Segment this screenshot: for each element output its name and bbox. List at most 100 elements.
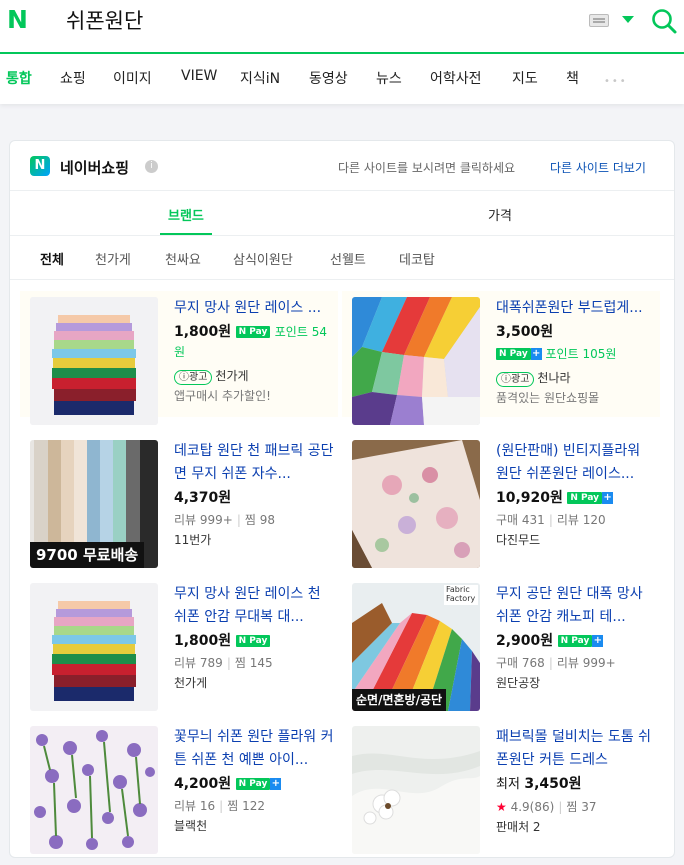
product-card[interactable]: 9700 무료배송 데코탑 원단 천 패브릭 공단 면 무지 쉬폰 자수... … <box>20 434 338 568</box>
seller-name[interactable]: 다진무드 <box>496 530 656 550</box>
product-title[interactable]: 패브릭몰 덜비치는 도톰 쉬폰원단 커튼 드레스 <box>496 726 656 772</box>
tab-map[interactable]: 지도 <box>512 68 538 88</box>
search-tabs: 통합 쇼핑 이미지 VIEW 지식iN 동영상 뉴스 어학사전 지도 책 ••• <box>0 54 684 102</box>
seller-name[interactable]: 블랙천 <box>174 816 334 836</box>
product-price: 4,370원 <box>174 490 232 506</box>
product-title[interactable]: 꽃무늬 쉬폰 원단 플라워 커튼 쉬폰 천 예쁜 아이... <box>174 726 334 772</box>
seller-name[interactable]: 11번가 <box>174 530 334 550</box>
keyboard-icon[interactable] <box>589 14 609 27</box>
ad-badge[interactable]: ⓘ광고 <box>496 372 535 387</box>
tab-brand[interactable]: 브랜드 <box>168 205 204 224</box>
wish-count: 찜 122 <box>227 799 265 813</box>
tab-integrated[interactable]: 통합 <box>6 68 32 88</box>
tab-images[interactable]: 이미지 <box>113 68 152 88</box>
stats-row: 리뷰 999+ | 찜 98 <box>174 513 276 527</box>
review-count[interactable]: 리뷰 789 <box>174 656 223 670</box>
tab-news[interactable]: 뉴스 <box>376 68 402 88</box>
product-image[interactable] <box>352 440 480 568</box>
product-image[interactable] <box>30 297 158 425</box>
naver-logo[interactable]: N <box>7 7 29 32</box>
review-count[interactable]: 리뷰 999+ <box>174 513 233 527</box>
tab-kin[interactable]: 지식iN <box>240 68 280 88</box>
review-count[interactable]: 리뷰 999+ <box>557 656 616 670</box>
stats-row: 리뷰 16 | 찜 122 <box>174 799 265 813</box>
card-header: N 네이버쇼핑 i 다른 사이트를 보시려면 클릭하세요 다른 사이트 더보기 <box>10 141 674 191</box>
plus-badge: + <box>602 492 614 504</box>
tab-dictionary[interactable]: 어학사전 <box>430 68 482 88</box>
rating[interactable]: 4.9(86) <box>511 800 555 814</box>
chip-decotop[interactable]: 데코탑 <box>399 249 435 268</box>
promo-text: 품격있는 원단쇼핑몰 <box>496 391 600 405</box>
product-price: 4,200원 N Pay + <box>174 776 282 792</box>
seller-name[interactable]: 천가게 <box>215 369 248 383</box>
product-image[interactable] <box>352 726 480 854</box>
sort-tabs: 브랜드 가격 <box>10 191 674 236</box>
npay-badge: N Pay <box>496 348 531 360</box>
tab-books[interactable]: 책 <box>566 68 579 88</box>
review-count[interactable]: 리뷰 120 <box>557 513 606 527</box>
chip-chunssayo[interactable]: 천싸요 <box>165 249 201 268</box>
product-image[interactable] <box>30 726 158 854</box>
chip-chungage[interactable]: 천가게 <box>95 249 131 268</box>
plus-badge: + <box>530 348 542 360</box>
stats-row: 리뷰 789 | 찜 145 <box>174 656 273 670</box>
product-card[interactable]: 패브릭몰 덜비치는 도톰 쉬폰원단 커튼 드레스 최저 3,450원 ★ 4.9… <box>342 720 660 854</box>
purchase-count: 구매 431 <box>496 513 545 527</box>
product-title[interactable]: (원단판매) 빈티지플라워 원단 쉬폰원단 레이스... <box>496 440 656 486</box>
seller-count[interactable]: 판매처 2 <box>496 817 656 837</box>
product-card[interactable]: 무지 망사 원단 레이스 ... 1,800원 N Pay 포인트 54원 ⓘ광… <box>20 291 338 425</box>
tab-price[interactable]: 가격 <box>488 205 512 224</box>
fabric-factory-logo: Fabric Factory <box>444 585 478 605</box>
product-title[interactable]: 무지 공단 원단 대폭 망사 쉬폰 안감 캐노피 테... <box>496 583 656 629</box>
filter-chips: 전체 천가게 천싸요 삼식이원단 선웰트 데코탑 <box>10 236 674 280</box>
product-image[interactable] <box>352 297 480 425</box>
search-query[interactable]: 쉬폰원단 <box>66 6 143 36</box>
product-price: 최저 3,450원 <box>496 776 582 792</box>
search-header: N 쉬폰원단 통합 쇼핑 이미지 VIEW 지식iN 동영상 뉴스 어학사전 지… <box>0 0 684 104</box>
ad-row: ⓘ광고 천가게 <box>174 366 334 386</box>
naver-shopping-card: N 네이버쇼핑 i 다른 사이트를 보시려면 클릭하세요 다른 사이트 더보기 … <box>9 140 675 858</box>
product-title[interactable]: 무지 망사 원단 레이스 ... <box>174 297 334 320</box>
product-info: 무지 망사 원단 레이스 천 쉬폰 안감 무대복 대... 1,800원 N P… <box>174 583 334 693</box>
product-image[interactable]: 9700 무료배송 <box>30 440 158 568</box>
product-card[interactable]: (원단판매) 빈티지플라워 원단 쉬폰원단 레이스... 10,920원 N P… <box>342 434 660 568</box>
chip-all[interactable]: 전체 <box>40 249 64 268</box>
product-image[interactable] <box>30 583 158 711</box>
tab-shopping[interactable]: 쇼핑 <box>60 68 86 88</box>
product-title[interactable]: 대폭쉬폰원단 부드럽게... <box>496 297 656 320</box>
product-image[interactable]: Fabric Factory 순면/면혼방/공단 <box>352 583 480 711</box>
chip-sunwelt[interactable]: 선웰트 <box>330 249 366 268</box>
product-card[interactable]: 무지 망사 원단 레이스 천 쉬폰 안감 무대복 대... 1,800원 N P… <box>20 577 338 711</box>
product-price: 1,800원 N Pay <box>174 631 334 651</box>
chevron-down-icon[interactable] <box>622 16 634 23</box>
point-text: 포인트 105원 <box>545 347 617 361</box>
product-price: 3,500원 <box>496 324 554 340</box>
seller-name[interactable]: 원단공장 <box>496 673 656 693</box>
card-title[interactable]: 네이버쇼핑 <box>60 157 129 178</box>
review-count[interactable]: 리뷰 16 <box>174 799 215 813</box>
other-sites-link[interactable]: 다른 사이트 더보기 <box>550 159 646 176</box>
chip-samsik[interactable]: 삼식이원단 <box>233 249 293 268</box>
wish-count: 찜 145 <box>234 656 273 670</box>
product-title[interactable]: 무지 망사 원단 레이스 천 쉬폰 안감 무대복 대... <box>174 583 334 629</box>
product-info: 대폭쉬폰원단 부드럽게... 3,500원 N Pay + 포인트 105원 ⓘ광… <box>496 297 656 408</box>
product-price: 10,920원 N Pay + <box>496 490 614 506</box>
pay-row: N Pay + 포인트 105원 <box>496 344 656 364</box>
npay-badge: N Pay <box>557 635 593 647</box>
product-card[interactable]: 대폭쉬폰원단 부드럽게... 3,500원 N Pay + 포인트 105원 ⓘ광… <box>342 291 660 425</box>
product-card[interactable]: 꽃무늬 쉬폰 원단 플라워 커튼 쉬폰 천 예쁜 아이... 4,200원 N … <box>20 720 338 854</box>
seller-name[interactable]: 천가게 <box>174 673 334 693</box>
seller-name[interactable]: 천나라 <box>537 371 570 385</box>
product-card[interactable]: Fabric Factory 순면/면혼방/공단 무지 공단 원단 대폭 망사 … <box>342 577 660 711</box>
more-tabs-icon[interactable]: ••• <box>604 76 628 87</box>
npay-badge: N Pay <box>235 326 271 338</box>
search-icon[interactable] <box>650 7 678 35</box>
ad-badge[interactable]: ⓘ광고 <box>174 370 213 385</box>
tab-view[interactable]: VIEW <box>181 68 217 84</box>
tab-video[interactable]: 동영상 <box>309 68 348 88</box>
purchase-count: 구매 768 <box>496 656 545 670</box>
naver-shopping-icon: N <box>30 156 50 176</box>
info-icon[interactable]: i <box>145 160 158 173</box>
product-info: (원단판매) 빈티지플라워 원단 쉬폰원단 레이스... 10,920원 N P… <box>496 440 656 550</box>
product-title[interactable]: 데코탑 원단 천 패브릭 공단 면 무지 쉬폰 자수... <box>174 440 334 486</box>
